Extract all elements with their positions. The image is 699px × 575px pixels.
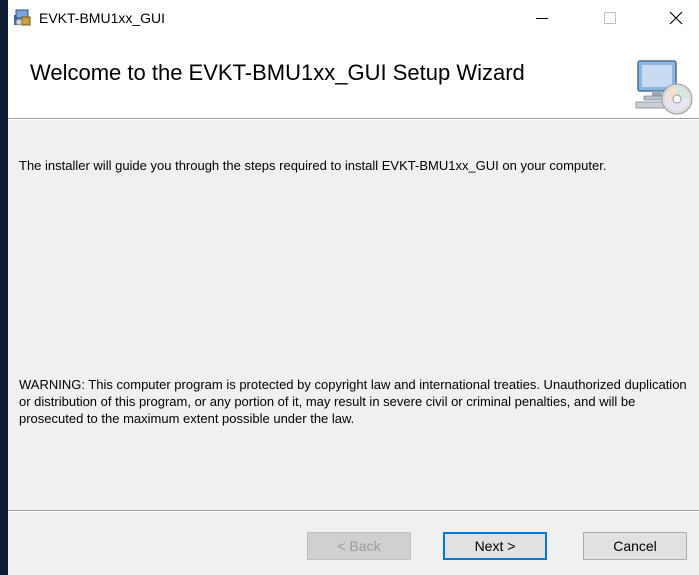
close-icon xyxy=(669,11,683,25)
back-button[interactable]: < Back xyxy=(307,532,411,560)
copyright-warning-text: WARNING: This computer program is protec… xyxy=(19,377,687,426)
minimize-icon xyxy=(536,18,548,19)
wizard-header: Welcome to the EVKT-BMU1xx_GUI Setup Wiz… xyxy=(8,38,699,118)
intro-text: The installer will guide you through the… xyxy=(19,158,607,173)
window-title: EVKT-BMU1xx_GUI xyxy=(39,10,166,26)
maximize-icon xyxy=(604,12,616,24)
footer-divider-highlight xyxy=(8,511,699,512)
header-divider-highlight xyxy=(8,119,699,120)
installer-computer-cd-icon xyxy=(635,60,693,115)
background-edge xyxy=(0,0,8,575)
next-button[interactable]: Next > xyxy=(443,532,547,560)
installer-app-icon xyxy=(14,9,31,26)
title-bar[interactable]: EVKT-BMU1xx_GUI xyxy=(8,0,699,38)
minimize-button[interactable] xyxy=(519,0,565,36)
maximize-button[interactable] xyxy=(587,0,633,36)
close-button[interactable] xyxy=(653,0,699,36)
setup-wizard-window: EVKT-BMU1xx_GUI Welcome to the EVKT-BMU1… xyxy=(0,0,699,575)
wizard-title: Welcome to the EVKT-BMU1xx_GUI Setup Wiz… xyxy=(30,60,525,85)
cancel-button[interactable]: Cancel xyxy=(583,532,687,560)
